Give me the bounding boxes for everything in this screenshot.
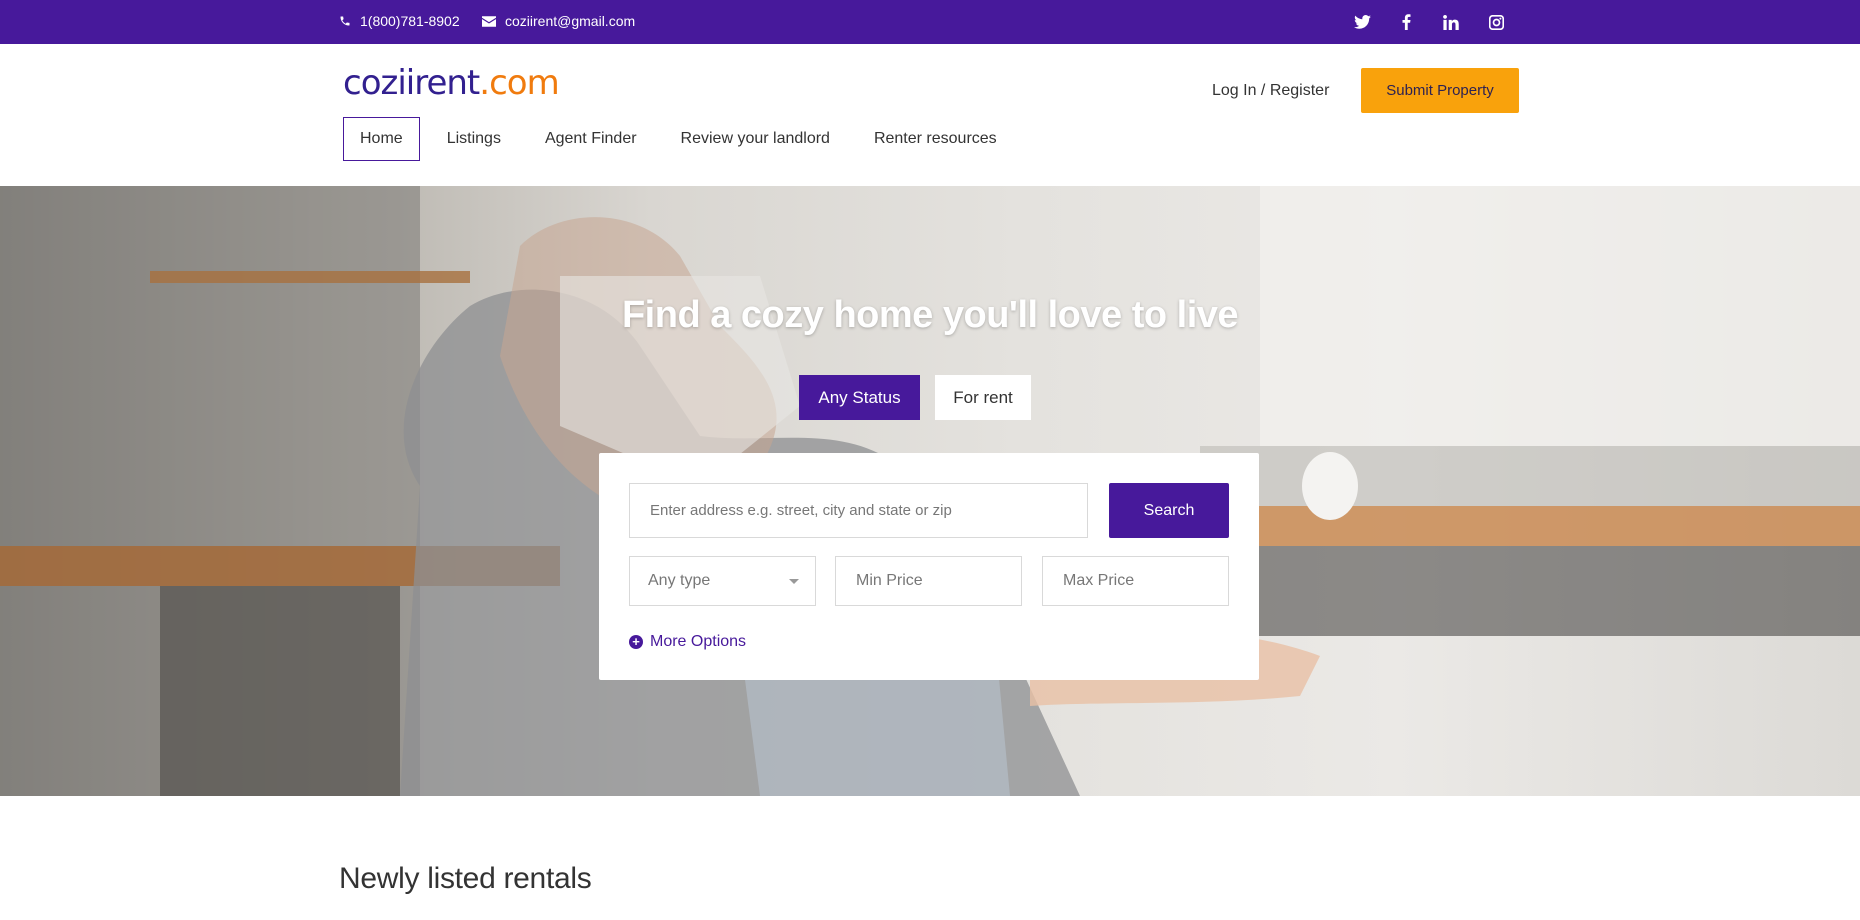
facebook-icon[interactable]: [1395, 11, 1417, 33]
status-tab-any[interactable]: Any Status: [799, 375, 920, 420]
logo-name: coziirent: [343, 63, 480, 103]
phone-contact[interactable]: 1(800)781-8902: [339, 13, 460, 29]
property-type-select[interactable]: Any type: [629, 556, 816, 606]
auth-links: Log In / Register: [1212, 82, 1329, 100]
status-tab-for-rent[interactable]: For rent: [935, 375, 1031, 420]
main-nav: Home Listings Agent Finder Review your l…: [343, 117, 1024, 161]
email-address: coziirent@gmail.com: [505, 13, 636, 29]
top-bar: 1(800)781-8902 coziirent@gmail.com: [0, 0, 1860, 44]
phone-icon: [340, 16, 350, 26]
instagram-icon[interactable]: [1485, 11, 1507, 33]
envelope-icon: [482, 15, 496, 27]
nav-item-agent-finder[interactable]: Agent Finder: [528, 117, 654, 161]
max-price-input[interactable]: [1042, 556, 1229, 606]
plus-circle-icon: +: [629, 635, 643, 649]
site-header: coziirent.com Log In / Register Submit P…: [0, 44, 1860, 186]
nav-item-renter-resources[interactable]: Renter resources: [857, 117, 1014, 161]
nav-item-review-landlord[interactable]: Review your landlord: [664, 117, 847, 161]
nav-item-listings[interactable]: Listings: [430, 117, 518, 161]
login-link[interactable]: Log In: [1212, 82, 1256, 99]
search-panel: Search Any type + More Options: [599, 453, 1259, 680]
register-link[interactable]: Register: [1270, 82, 1330, 99]
more-options-label: More Options: [650, 633, 747, 650]
linkedin-icon[interactable]: [1440, 11, 1462, 33]
auth-separator: /: [1256, 82, 1270, 99]
chevron-down-icon: [789, 579, 799, 584]
submit-property-button[interactable]: Submit Property: [1361, 68, 1519, 113]
twitter-icon[interactable]: [1351, 11, 1373, 33]
more-options-link[interactable]: + More Options: [629, 633, 746, 651]
min-price-input[interactable]: [835, 556, 1022, 606]
hero-title: Find a cozy home you'll love to live: [621, 294, 1239, 336]
phone-number: 1(800)781-8902: [360, 13, 460, 29]
email-contact[interactable]: coziirent@gmail.com: [482, 13, 635, 29]
nav-item-home[interactable]: Home: [343, 117, 420, 161]
newly-listed-heading: Newly listed rentals: [339, 862, 592, 895]
search-button[interactable]: Search: [1109, 483, 1229, 538]
hero-banner: Find a cozy home you'll love to live Any…: [0, 186, 1860, 796]
logo[interactable]: coziirent.com: [343, 63, 560, 103]
property-type-value: Any type: [648, 572, 711, 589]
address-search-input[interactable]: [629, 483, 1088, 538]
logo-tld: .com: [479, 63, 559, 103]
